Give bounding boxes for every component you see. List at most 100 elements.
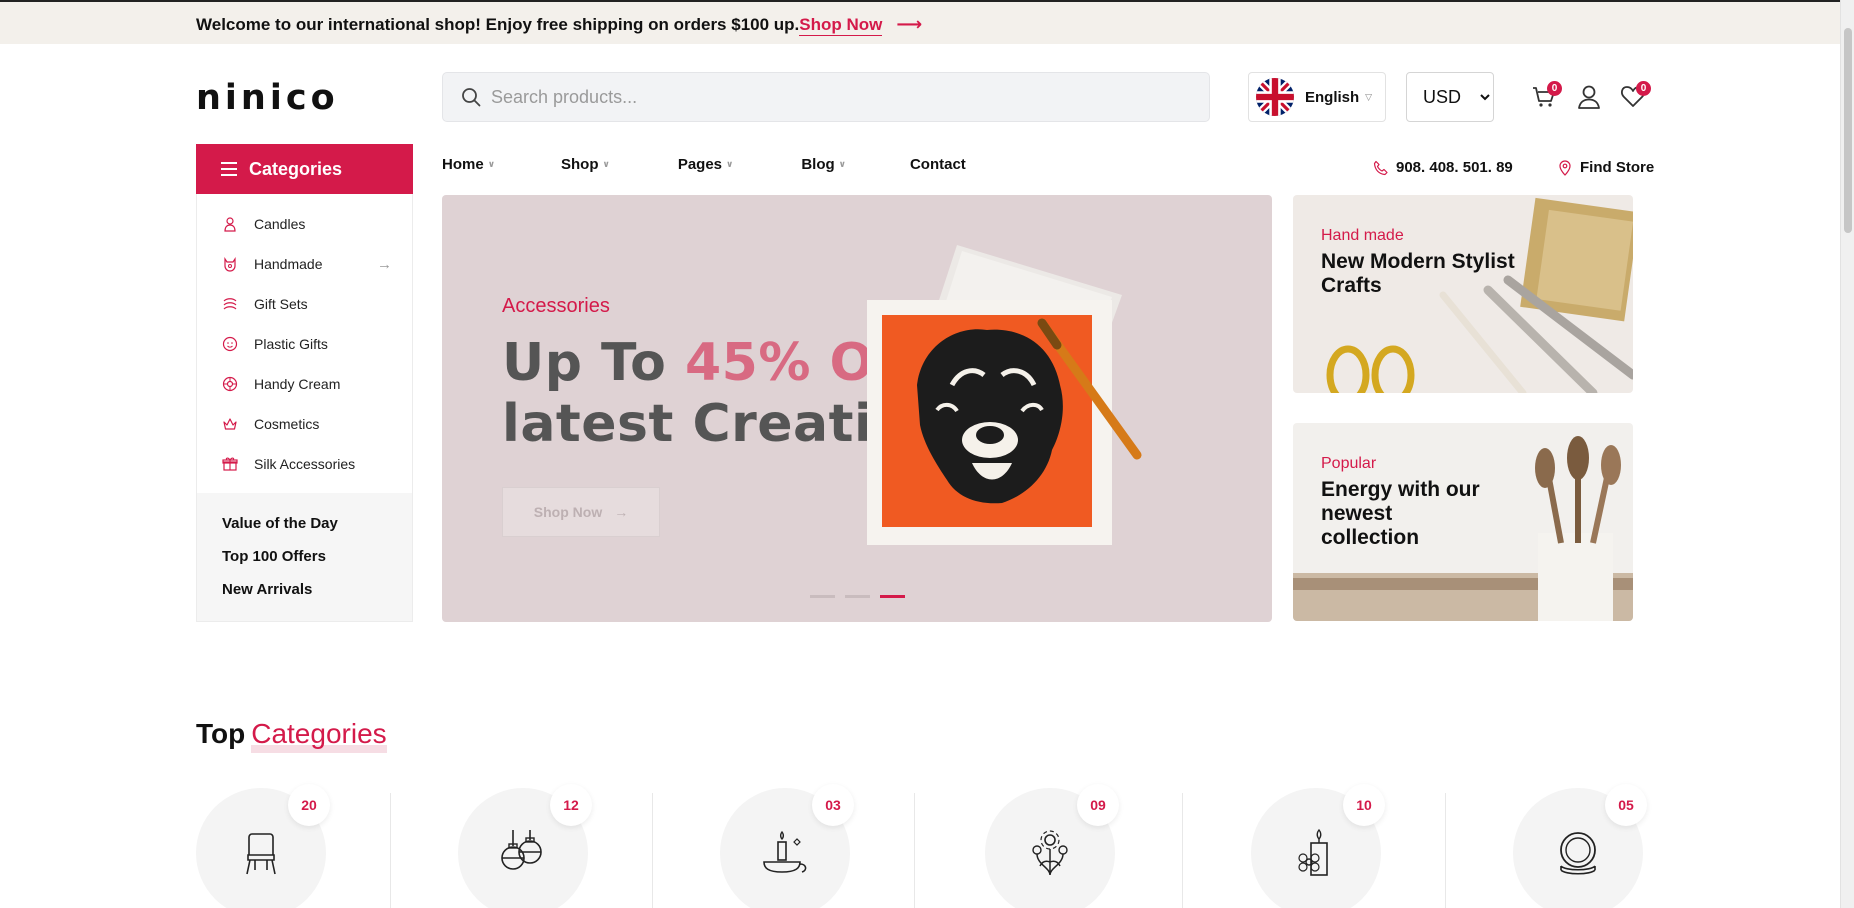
category-count: 03 [812,784,854,826]
user-icon[interactable] [1576,84,1602,110]
category-count: 20 [288,784,330,826]
find-store-link[interactable]: Find Store [1557,159,1654,176]
phone-contact[interactable]: 908. 408. 501. 89 [1373,159,1513,176]
category-item-handy-cream[interactable]: Handy Cream [197,364,412,404]
nav-home[interactable]: Home ∨ [442,156,495,173]
value-of-the-day-link[interactable]: Value of the Day [222,515,412,548]
search-input[interactable] [491,86,1191,108]
hero-button-label: Shop Now [533,504,603,520]
categories-extra-links: Value of the Day Top 100 Offers New Arri… [197,493,412,621]
announcement-text-wrap: Welcome to our international shop! Enjoy… [196,14,922,36]
arrow-right-icon: → [377,255,392,273]
search-bar[interactable] [442,72,1210,122]
chevron-down-icon: ∨ [487,159,495,169]
category-item-plastic-gifts[interactable]: Plastic Gifts [197,324,412,364]
categories-title: Categories [249,158,343,179]
slider-dot-3[interactable] [880,595,905,598]
category-label: Gift Sets [254,296,308,312]
arrow-right-icon: → [614,504,629,520]
section-title-main: Top [196,718,246,749]
location-pin-icon [1559,159,1571,176]
language-label: English [1305,88,1360,106]
categories-toggle[interactable]: Categories [196,144,413,194]
top-category-card[interactable]: 10 [1251,784,1385,908]
top-category-card[interactable]: 03 [720,784,854,908]
category-label: Cosmetics [254,416,320,432]
handmade-icon [224,257,236,272]
cosmetics-icon [223,418,237,430]
page-scrollbar[interactable] [1840,0,1854,908]
chevron-down-icon: ▽ [1365,91,1373,102]
nav-blog-label: Blog [801,156,835,173]
candle-icon [224,217,236,232]
slider-dot-2[interactable] [845,595,870,598]
nav-contact[interactable]: Contact [910,156,966,173]
candle-holder-icon [763,830,807,873]
handy-cream-icon [222,376,238,392]
top-category-card[interactable]: 05 [1513,784,1647,908]
nav-pages-label: Pages [677,156,723,173]
category-label: Silk Accessories [254,456,356,472]
nav-pages[interactable]: Pages ∨ [678,156,734,173]
categories-list: Candles Handmade → Gift Sets Plastic Gif… [197,194,412,484]
category-count: 10 [1343,784,1385,826]
category-label: Plastic Gifts [254,336,328,352]
site-logo[interactable]: ninico [196,78,339,118]
category-label: Handmade [254,256,323,272]
silk-accessories-icon [222,457,238,471]
scrollbar-thumb[interactable] [1844,28,1852,233]
category-count: 12 [550,784,592,826]
plastic-gifts-icon [222,336,238,352]
nav-shop[interactable]: Shop ∨ [561,156,610,173]
dog-print-artwork [867,245,1142,545]
phone-number: 908. 408. 501. 89 [1396,159,1513,176]
plates-icon [1560,832,1596,875]
announcement-shop-now-link[interactable]: Shop Now [799,15,883,36]
promo-eyebrow: Hand made [1321,227,1404,244]
menu-icon [221,162,237,176]
nav-home-label: Home [442,156,484,173]
category-count: 09 [1077,784,1119,826]
announcement-message: Welcome to our international shop! Enjoy… [196,15,800,34]
hero-eyebrow: Accessories [502,295,610,317]
new-arrivals-link[interactable]: New Arrivals [222,581,412,614]
hero-slider[interactable]: Accessories Up To 45% Off latest Creatio… [442,195,1272,622]
currency-select[interactable]: USD [1406,72,1494,122]
uk-flag-icon [1256,78,1294,116]
ornaments-icon [501,830,542,870]
candle-flower-icon [1298,828,1328,876]
top-category-card[interactable]: 20 [196,784,330,908]
divider [914,793,915,908]
section-title-accent: Categories [251,720,387,753]
category-item-cosmetics[interactable]: Cosmetics [197,404,412,444]
category-item-candles[interactable]: Candles [197,204,412,244]
top-category-card[interactable]: 12 [458,784,592,908]
category-item-silk-accessories[interactable]: Silk Accessories [197,444,412,484]
main-nav: Home ∨ Shop ∨ Pages ∨ Blog ∨ Contact [442,156,966,173]
chevron-down-icon: ∨ [602,159,610,169]
hero-shop-now-button[interactable]: Shop Now → [502,487,660,537]
slider-dots [810,595,915,598]
flowers-icon [1032,830,1068,876]
promo-banner-handmade[interactable]: Hand made New Modern Stylist Crafts [1293,195,1633,393]
search-icon[interactable] [461,87,481,107]
categories-panel: Candles Handmade → Gift Sets Plastic Gif… [196,194,413,622]
category-item-handmade[interactable]: Handmade → [197,244,412,284]
top-category-card[interactable]: 09 [985,784,1119,908]
nav-blog[interactable]: Blog ∨ [801,156,846,173]
promo-banner-popular[interactable]: Popular Energy with our newest collectio… [1293,423,1633,621]
promo-title: Energy with our newest collection [1321,478,1480,549]
phone-icon [1373,160,1388,175]
chair-icon [246,833,276,875]
nav-shop-label: Shop [561,156,599,173]
category-count: 05 [1605,784,1647,826]
arrow-right-icon[interactable]: ⟶ [896,14,922,35]
slider-dot-1[interactable] [810,595,835,598]
category-item-gift-sets[interactable]: Gift Sets [197,284,412,324]
top-100-offers-link[interactable]: Top 100 Offers [222,548,412,581]
cart-count-badge: 0 [1547,81,1562,96]
gift-sets-icon [223,298,237,310]
find-store-label: Find Store [1580,159,1655,176]
language-selector[interactable]: English ▽ [1248,72,1386,122]
wishlist-count-badge: 0 [1636,81,1651,96]
